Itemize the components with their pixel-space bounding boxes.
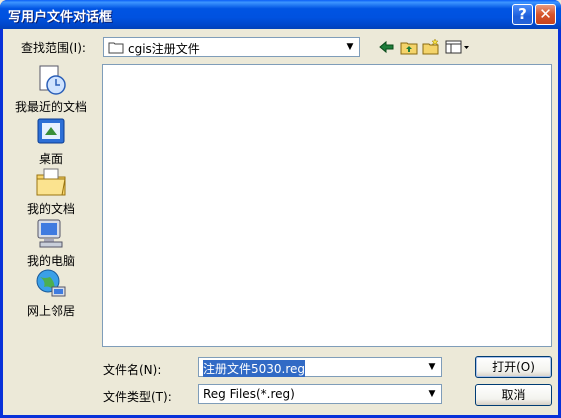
place-label: 我最近的文档	[14, 100, 87, 114]
open-button[interactable]: 打开(O)	[475, 356, 552, 378]
network-places-icon	[36, 269, 66, 297]
file-name-value: 注册文件5030.reg	[203, 360, 306, 377]
places-bar: 我最近的文档 桌面 我的文档 我的电脑 网上邻居	[9, 63, 93, 321]
cancel-button[interactable]: 取消	[475, 384, 552, 406]
file-type-value: Reg Files(*.reg)	[203, 387, 295, 401]
save-file-dialog: 写用户文件对话框 ? ✕ 查找范围(I): cgis注册文件 ▼ 我最近的文档 …	[0, 0, 561, 418]
back-icon[interactable]	[378, 38, 396, 56]
desktop-icon	[37, 118, 65, 144]
help-button[interactable]: ?	[512, 4, 533, 25]
recent-documents-icon	[39, 65, 66, 95]
look-in-label: 查找范围(I):	[21, 41, 86, 55]
file-name-label: 文件名(N):	[103, 363, 162, 377]
up-folder-icon[interactable]	[400, 38, 418, 56]
close-button[interactable]: ✕	[535, 4, 556, 25]
file-type-label: 文件类型(T):	[103, 390, 172, 404]
my-documents-icon	[36, 168, 66, 196]
place-network-places[interactable]: 网上邻居	[9, 267, 93, 319]
file-type-dropdown[interactable]: Reg Files(*.reg) ▼	[198, 384, 442, 404]
place-label: 我的文档	[26, 202, 75, 216]
dialog-body: 查找范围(I): cgis注册文件 ▼ 我最近的文档 桌面 我的文档 我的电脑 …	[3, 29, 558, 415]
folder-icon	[108, 42, 124, 54]
file-list-view[interactable]	[102, 64, 552, 347]
my-computer-icon	[37, 219, 63, 248]
look-in-dropdown[interactable]: cgis注册文件 ▼	[103, 37, 360, 57]
place-my-computer[interactable]: 我的电脑	[9, 217, 93, 269]
chevron-down-icon[interactable]: ▼	[424, 359, 440, 375]
place-recent-documents[interactable]: 我最近的文档	[9, 63, 93, 115]
new-folder-icon[interactable]	[422, 38, 440, 56]
title-bar[interactable]: 写用户文件对话框 ? ✕	[0, 0, 561, 29]
file-name-input[interactable]: 注册文件5030.reg ▼	[198, 357, 442, 377]
place-my-documents[interactable]: 我的文档	[9, 165, 93, 217]
place-desktop[interactable]: 桌面	[9, 115, 93, 167]
view-menu-icon[interactable]	[445, 38, 471, 56]
window-title: 写用户文件对话框	[8, 10, 113, 25]
look-in-value: cgis注册文件	[128, 42, 200, 56]
chevron-down-icon[interactable]: ▼	[342, 39, 358, 55]
place-label: 网上邻居	[26, 304, 75, 318]
chevron-down-icon[interactable]: ▼	[424, 386, 440, 402]
